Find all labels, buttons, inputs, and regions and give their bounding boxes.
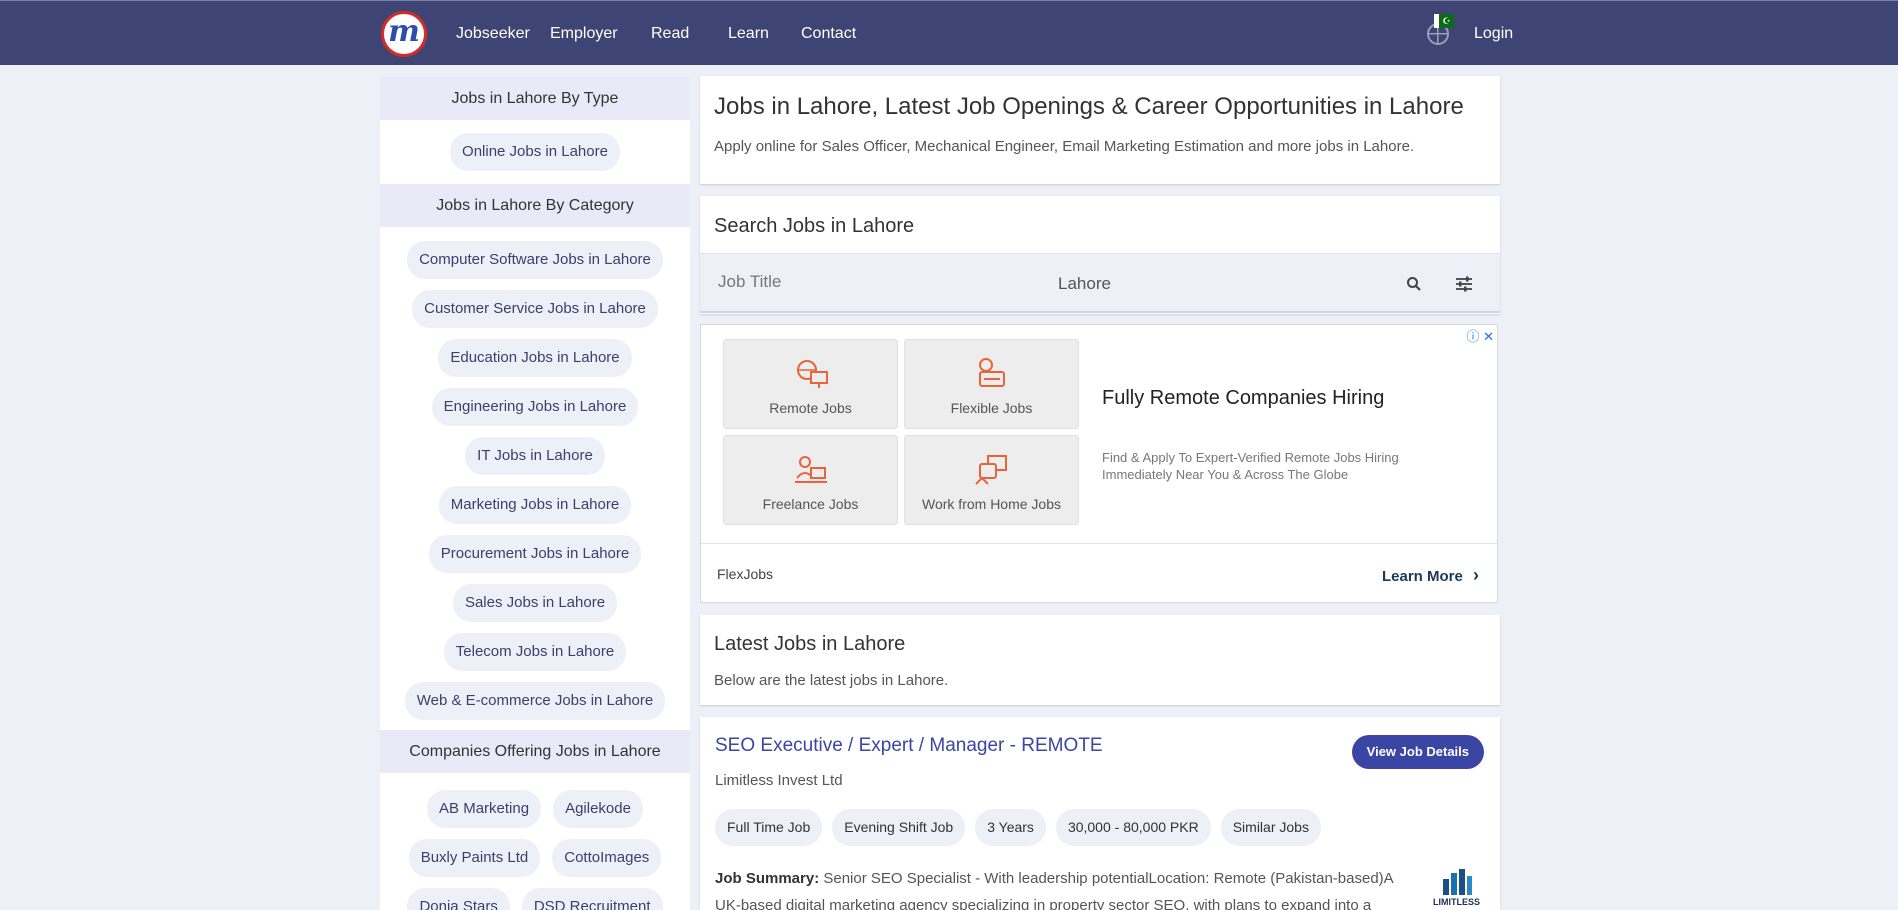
search-icon[interactable] bbox=[1406, 276, 1422, 292]
ad-close-icon[interactable]: ⓘ ✕ bbox=[1466, 326, 1494, 345]
pakistan-flag-icon[interactable]: ☪ bbox=[1434, 14, 1454, 28]
limitless-logo-icon bbox=[1442, 869, 1472, 895]
view-job-details-button[interactable]: View Job Details bbox=[1351, 735, 1484, 769]
company-buxly-paints[interactable]: Buxly Paints Ltd bbox=[408, 839, 541, 877]
search-heading: Search Jobs in Lahore bbox=[714, 215, 915, 237]
job-tag-type[interactable]: Full Time Job bbox=[715, 809, 823, 846]
company-dsd-recruitment[interactable]: DSD Recruitment bbox=[521, 888, 663, 910]
job-summary: Job Summary: Senior SEO Specialist - Wit… bbox=[715, 865, 1415, 910]
search-card: Search Jobs in Lahore Lahore bbox=[700, 196, 1500, 314]
job-tag-shift[interactable]: Evening Shift Job bbox=[832, 809, 966, 846]
sidebar-heading-by-category: Jobs in Lahore By Category bbox=[380, 184, 690, 227]
job-tags: Full Time Job Evening Shift Job 3 Years … bbox=[715, 809, 1321, 846]
ad-tile-label: Remote Jobs bbox=[769, 400, 852, 416]
nav-contact[interactable]: Contact bbox=[801, 25, 856, 43]
page-title: Jobs in Lahore, Latest Job Openings & Ca… bbox=[714, 93, 1464, 120]
nav-learn[interactable]: Learn bbox=[728, 25, 769, 43]
ad-description: Find & Apply To Expert-Verified Remote J… bbox=[1102, 450, 1399, 482]
latest-jobs-heading: Latest Jobs in Lahore bbox=[714, 633, 906, 655]
company-cottoimages[interactable]: CottoImages bbox=[552, 839, 662, 877]
sidebar-heading-by-type: Jobs in Lahore By Type bbox=[380, 77, 690, 120]
sidebar-item-telecom[interactable]: Telecom Jobs in Lahore bbox=[443, 633, 627, 671]
latest-jobs-subtitle: Below are the latest jobs in Lahore. bbox=[714, 672, 949, 689]
latest-jobs-card: Latest Jobs in Lahore Below are the late… bbox=[700, 615, 1500, 705]
job-title-link[interactable]: SEO Executive / Expert / Manager - REMOT… bbox=[715, 735, 1103, 757]
job-tag-experience[interactable]: 3 Years bbox=[975, 809, 1046, 846]
search-bar: Lahore bbox=[700, 253, 1500, 313]
nav-employer[interactable]: Employer bbox=[550, 25, 618, 43]
top-navbar: m Jobseeker Employer Read Learn Contact … bbox=[0, 0, 1898, 65]
ad-tile-label: Flexible Jobs bbox=[950, 400, 1033, 416]
sidebar-item-marketing[interactable]: Marketing Jobs in Lahore bbox=[438, 486, 632, 524]
sidebar-item-procurement[interactable]: Procurement Jobs in Lahore bbox=[428, 535, 642, 573]
company-logo-text: LIMITLESS bbox=[1433, 897, 1480, 907]
sidebar-type-list: Online Jobs in Lahore bbox=[380, 120, 690, 184]
ad-tile-label: Freelance Jobs bbox=[762, 496, 859, 512]
job-company: Limitless Invest Ltd bbox=[715, 772, 843, 789]
sidebar-item-education[interactable]: Education Jobs in Lahore bbox=[438, 339, 632, 377]
ad-learn-more-label: Learn More bbox=[1381, 568, 1463, 585]
job-title-input[interactable] bbox=[718, 272, 1018, 292]
sidebar-heading-companies: Companies Offering Jobs in Lahore bbox=[380, 730, 690, 773]
ad-tile-remote[interactable]: Remote Jobs bbox=[723, 339, 898, 429]
ad-brand: FlexJobs bbox=[717, 566, 774, 582]
ad-footer: FlexJobs Learn More › bbox=[701, 543, 1497, 603]
sidebar-company-list: AB Marketing Agilekode Buxly Paints Ltd … bbox=[380, 773, 690, 910]
sidebar-category-list: Computer Software Jobs in Lahore Custome… bbox=[380, 227, 690, 730]
sidebar-item-online-jobs[interactable]: Online Jobs in Lahore bbox=[450, 133, 620, 171]
ad-tile-flexible[interactable]: Flexible Jobs bbox=[904, 339, 1079, 429]
ad-learn-more-link[interactable]: Learn More › bbox=[1382, 565, 1479, 586]
ad-tile-work-from-home[interactable]: Work from Home Jobs bbox=[904, 435, 1079, 525]
company-logo[interactable]: LIMITLESS bbox=[1429, 869, 1484, 910]
flag-crescent-glyph: ☪ bbox=[1442, 15, 1451, 26]
sidebar-item-it[interactable]: IT Jobs in Lahore bbox=[465, 437, 605, 475]
login-link[interactable]: Login bbox=[1474, 25, 1513, 43]
sidebar-item-engineering[interactable]: Engineering Jobs in Lahore bbox=[431, 388, 639, 426]
job-summary-label: Job Summary: bbox=[715, 870, 820, 887]
company-agilekode[interactable]: Agilekode bbox=[553, 790, 643, 828]
job-card: SEO Executive / Expert / Manager - REMOT… bbox=[700, 717, 1500, 910]
freelancer-desk-icon bbox=[794, 456, 827, 483]
sidebar-item-sales[interactable]: Sales Jobs in Lahore bbox=[452, 584, 618, 622]
home-office-icon bbox=[974, 455, 1007, 485]
site-logo[interactable]: m bbox=[381, 11, 427, 57]
page-subtitle: Apply online for Sales Officer, Mechanic… bbox=[714, 138, 1415, 155]
sidebar-item-computer-software[interactable]: Computer Software Jobs in Lahore bbox=[407, 241, 663, 279]
company-ab-marketing[interactable]: AB Marketing bbox=[427, 790, 542, 828]
logo-letter: m bbox=[388, 14, 420, 49]
nav-jobseeker[interactable]: Jobseeker bbox=[456, 25, 530, 43]
chevron-right-icon: › bbox=[1473, 565, 1479, 585]
company-donia-stars[interactable]: Donia Stars bbox=[407, 888, 510, 910]
ad-tile-freelance[interactable]: Freelance Jobs bbox=[723, 435, 898, 525]
ad-tile-label: Work from Home Jobs bbox=[922, 496, 1061, 512]
sidebar-item-customer-service[interactable]: Customer Service Jobs in Lahore bbox=[412, 290, 658, 328]
job-tag-salary[interactable]: 30,000 - 80,000 PKR bbox=[1055, 809, 1211, 846]
ad-banner: ⓘ ✕ Remote Jobs Flexible Jobs Freelance … bbox=[700, 324, 1498, 603]
sidebar: Jobs in Lahore By Type Online Jobs in La… bbox=[380, 77, 690, 910]
sidebar-item-web-ecommerce[interactable]: Web & E-commerce Jobs in Lahore bbox=[404, 682, 666, 720]
globe-monitor-icon bbox=[796, 360, 828, 388]
header-card: Jobs in Lahore, Latest Job Openings & Ca… bbox=[700, 76, 1500, 184]
nav-read[interactable]: Read bbox=[651, 25, 689, 43]
similar-jobs-link[interactable]: Similar Jobs bbox=[1220, 809, 1321, 846]
ad-title[interactable]: Fully Remote Companies Hiring bbox=[1102, 387, 1384, 410]
location-field[interactable]: Lahore bbox=[1058, 274, 1111, 294]
clock-laptop-icon bbox=[978, 358, 1005, 387]
filter-settings-icon[interactable] bbox=[1455, 276, 1473, 292]
